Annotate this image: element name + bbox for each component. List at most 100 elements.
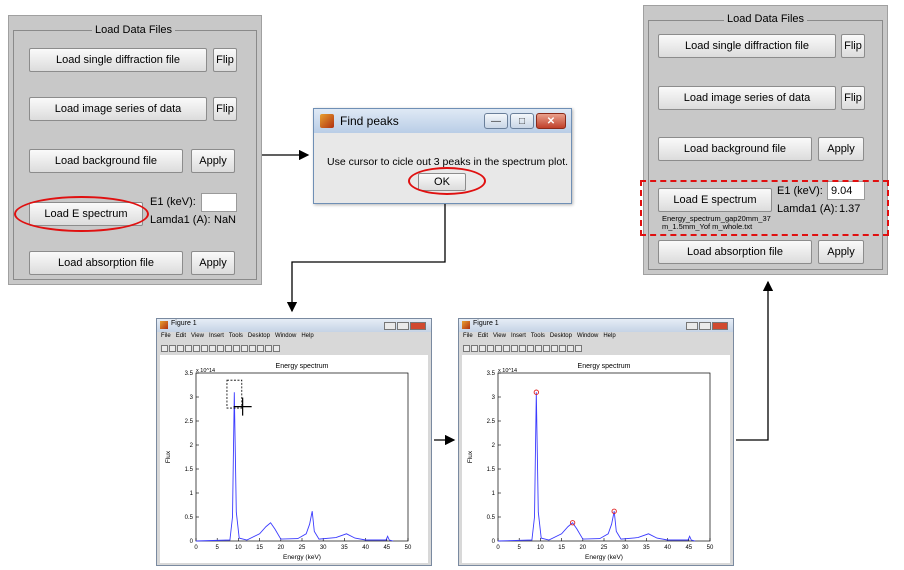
apply-button-2[interactable]: Apply [191, 251, 235, 275]
open-icon[interactable] [169, 345, 176, 352]
y-tick-label: 2 [492, 443, 496, 449]
y-tick-label: 0 [190, 539, 194, 545]
y-axis-label: Flux [165, 450, 172, 463]
load-single-diffraction-button[interactable]: Load single diffraction file [29, 48, 207, 72]
link-icon[interactable] [249, 345, 256, 352]
menu-desktop[interactable]: Desktop [550, 333, 572, 339]
y-tick-label: 0.5 [185, 515, 194, 521]
x-tick-label: 50 [405, 545, 412, 551]
x-tick-label: 45 [383, 545, 390, 551]
grid-icon[interactable] [273, 345, 280, 352]
new-icon[interactable] [161, 345, 168, 352]
apply-button-1[interactable]: Apply [818, 137, 864, 161]
x-tick-label: 25 [299, 545, 306, 551]
link-icon[interactable] [551, 345, 558, 352]
e1-input[interactable] [201, 193, 237, 212]
print-icon[interactable] [185, 345, 192, 352]
x-tick-label: 30 [320, 545, 327, 551]
pan-icon[interactable] [217, 345, 224, 352]
menu-help[interactable]: Help [603, 333, 615, 339]
x-tick-label: 5 [518, 545, 522, 551]
load-background-button[interactable]: Load background file [29, 149, 183, 173]
rotate-icon[interactable] [527, 345, 534, 352]
menu-insert[interactable]: Insert [209, 333, 224, 339]
legend-icon[interactable] [567, 345, 574, 352]
menu-file[interactable]: File [463, 333, 473, 339]
apply-button-1[interactable]: Apply [191, 149, 235, 173]
menu-edit[interactable]: Edit [478, 333, 488, 339]
load-absorption-button[interactable]: Load absorption file [658, 240, 812, 264]
arrow-dialog-to-figure [286, 204, 446, 313]
x-tick-label: 25 [601, 545, 608, 551]
menu-file[interactable]: File [161, 333, 171, 339]
x-tick-label: 15 [256, 545, 263, 551]
zoom-in-icon[interactable] [503, 345, 510, 352]
load-image-series-button[interactable]: Load image series of data [658, 86, 836, 110]
minimize-button[interactable]: — [484, 113, 508, 129]
load-background-button[interactable]: Load background file [658, 137, 812, 161]
maximize-icon[interactable] [699, 322, 711, 330]
y-tick-label: 2.5 [185, 419, 194, 425]
minimize-icon[interactable] [686, 322, 698, 330]
legend-icon[interactable] [265, 345, 272, 352]
zoom-out-icon[interactable] [511, 345, 518, 352]
menu-tools[interactable]: Tools [531, 333, 545, 339]
figure-title-bar: Figure 1 [459, 319, 733, 332]
pan-icon[interactable] [519, 345, 526, 352]
minimize-icon[interactable] [384, 322, 396, 330]
print-icon[interactable] [487, 345, 494, 352]
menu-tools[interactable]: Tools [229, 333, 243, 339]
close-icon[interactable] [410, 322, 426, 330]
x-tick-label: 20 [579, 545, 586, 551]
save-icon[interactable] [479, 345, 486, 352]
y-tick-label: 3.5 [487, 371, 496, 377]
x-tick-label: 0 [496, 545, 500, 551]
panel-title: Load Data Files [724, 13, 808, 25]
y-tick-label: 2 [190, 443, 194, 449]
new-icon[interactable] [463, 345, 470, 352]
y-tick-label: 2.5 [487, 419, 496, 425]
rotate-icon[interactable] [225, 345, 232, 352]
maximize-icon[interactable] [397, 322, 409, 330]
close-icon[interactable] [712, 322, 728, 330]
figure-menu-bar: File Edit View Insert Tools Desktop Wind… [161, 333, 314, 339]
open-icon[interactable] [471, 345, 478, 352]
matlab-logo-icon [320, 114, 334, 128]
close-button[interactable]: ✕ [536, 113, 566, 129]
flip-button-2[interactable]: Flip [213, 97, 237, 121]
menu-insert[interactable]: Insert [511, 333, 526, 339]
load-image-series-button[interactable]: Load image series of data [29, 97, 207, 121]
menu-desktop[interactable]: Desktop [248, 333, 270, 339]
load-absorption-button[interactable]: Load absorption file [29, 251, 183, 275]
dialog-title: Find peaks [340, 114, 399, 128]
zoom-out-icon[interactable] [209, 345, 216, 352]
save-icon[interactable] [177, 345, 184, 352]
menu-view[interactable]: View [493, 333, 506, 339]
pointer-icon[interactable] [495, 345, 502, 352]
colorbar-icon[interactable] [257, 345, 264, 352]
menu-view[interactable]: View [191, 333, 204, 339]
menu-help[interactable]: Help [301, 333, 313, 339]
zoom-in-icon[interactable] [201, 345, 208, 352]
apply-button-2[interactable]: Apply [818, 240, 864, 264]
datacursor-icon[interactable] [233, 345, 240, 352]
menu-edit[interactable]: Edit [176, 333, 186, 339]
grid-icon[interactable] [575, 345, 582, 352]
menu-window[interactable]: Window [275, 333, 296, 339]
menu-window[interactable]: Window [577, 333, 598, 339]
dialog-title-bar: Find peaks — □ ✕ [314, 109, 571, 133]
spectrum-plot[interactable]: Energy spectrumEnergy (keV)Fluxx 10^140 5… [160, 355, 428, 563]
x-tick-label: 35 [341, 545, 348, 551]
colorbar-icon[interactable] [559, 345, 566, 352]
pointer-icon[interactable] [193, 345, 200, 352]
maximize-button[interactable]: □ [510, 113, 534, 129]
brush-icon[interactable] [241, 345, 248, 352]
flip-button-1[interactable]: Flip [213, 48, 237, 72]
datacursor-icon[interactable] [535, 345, 542, 352]
brush-icon[interactable] [543, 345, 550, 352]
flip-button-1[interactable]: Flip [841, 34, 865, 58]
spectrum-plot[interactable]: Energy spectrumEnergy (keV)Fluxx 10^140 5… [462, 355, 730, 563]
load-single-diffraction-button[interactable]: Load single diffraction file [658, 34, 836, 58]
flip-button-2[interactable]: Flip [841, 86, 865, 110]
plot-axes-box [195, 372, 409, 542]
